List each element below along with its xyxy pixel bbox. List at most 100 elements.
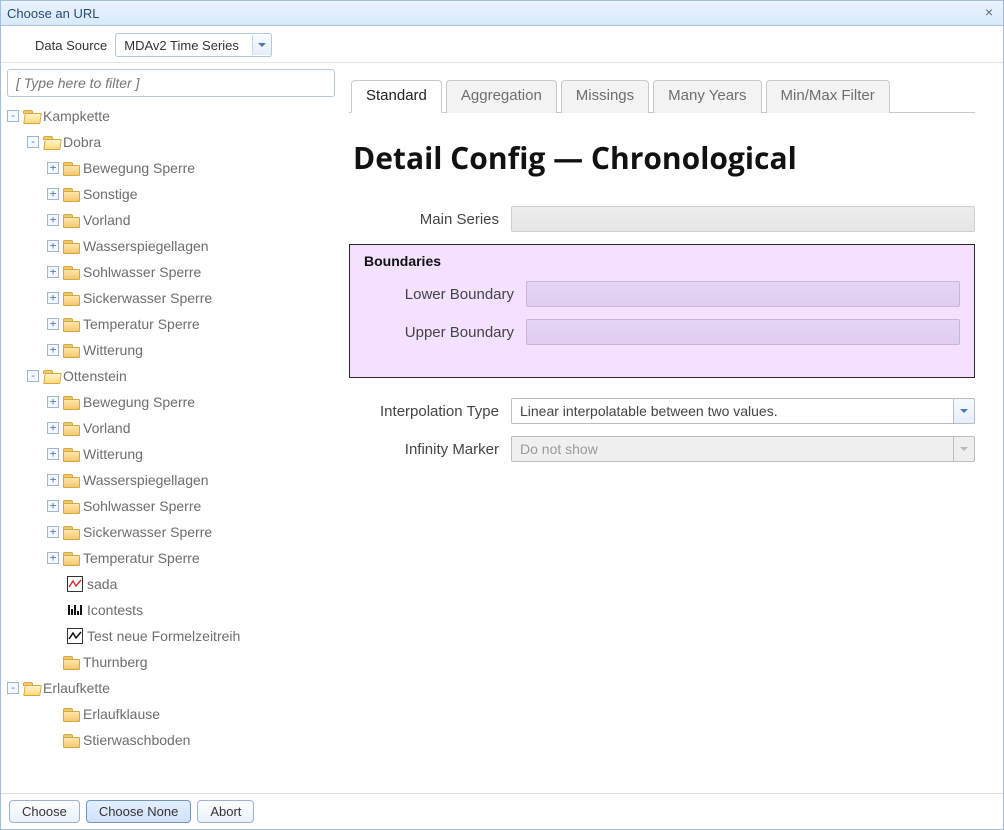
tree-node[interactable]: sada: [7, 571, 335, 597]
upper-boundary-label: Upper Boundary: [364, 324, 514, 341]
detail-config-title: Detail Config — Chronological: [353, 137, 975, 178]
infinity-label: Infinity Marker: [349, 441, 499, 458]
tree-node-label: Vorland: [83, 415, 130, 441]
collapse-icon[interactable]: -: [7, 682, 19, 694]
folder-icon: [43, 136, 59, 149]
footer: Choose Choose None Abort: [1, 793, 1003, 829]
tree-node[interactable]: Thurnberg: [7, 649, 335, 675]
choose-none-button[interactable]: Choose None: [86, 800, 192, 823]
chevron-down-icon[interactable]: [953, 398, 975, 424]
tree-node[interactable]: Stierwaschboden: [7, 727, 335, 753]
tree-node[interactable]: +Bewegung Sperre: [7, 389, 335, 415]
expand-icon[interactable]: +: [47, 292, 59, 304]
tree[interactable]: -Kampkette-Dobra+Bewegung Sperre+Sonstig…: [7, 103, 335, 793]
tree-node[interactable]: Test neue Formelzeitreih: [7, 623, 335, 649]
expand-icon[interactable]: +: [47, 448, 59, 460]
tree-node-label: Witterung: [83, 441, 143, 467]
tree-node-label: Sohlwasser Sperre: [83, 493, 201, 519]
tree-node-label: Erlaufklause: [83, 701, 160, 727]
tree-node[interactable]: - Dobra: [7, 129, 335, 155]
tree-node-label: Icontests: [87, 597, 143, 623]
tab-many-years[interactable]: Many Years: [653, 80, 761, 113]
folder-icon: [63, 734, 79, 747]
tree-node[interactable]: + Temperatur Sperre: [7, 545, 335, 571]
tree-node-label: Witterung: [83, 337, 143, 363]
filter-input[interactable]: [7, 69, 335, 97]
tree-node[interactable]: +Sohlwasser Sperre: [7, 259, 335, 285]
tree-node[interactable]: + Witterung: [7, 337, 335, 363]
tab-min-max-filter[interactable]: Min/Max Filter: [766, 80, 890, 113]
tree-node[interactable]: + Sohlwasser Sperre: [7, 493, 335, 519]
expand-icon[interactable]: +: [47, 266, 59, 278]
tree-node[interactable]: + Vorland: [7, 415, 335, 441]
folder-icon: [63, 422, 79, 435]
tree-node[interactable]: + Sonstige: [7, 181, 335, 207]
expand-icon[interactable]: +: [47, 552, 59, 564]
tree-node-label: Kampkette: [43, 103, 110, 129]
expand-icon[interactable]: +: [47, 318, 59, 330]
tree-node[interactable]: - Kampkette: [7, 103, 335, 129]
folder-icon: [63, 396, 79, 409]
datasource-row: Data Source MDAv2 Time Series: [1, 26, 1003, 63]
folder-icon: [63, 474, 79, 487]
tree-node[interactable]: - Erlaufkette: [7, 675, 335, 701]
expand-icon[interactable]: +: [47, 344, 59, 356]
tree-node-label: Sickerwasser Sperre: [83, 519, 212, 545]
collapse-icon[interactable]: -: [7, 110, 19, 122]
tree-node[interactable]: + Sickerwasser Sperre: [7, 285, 335, 311]
tree-node-label: Temperatur Sperre: [83, 545, 200, 571]
lower-boundary-input[interactable]: [526, 281, 960, 307]
folder-icon: [63, 526, 79, 539]
tree-node[interactable]: + Vorland: [7, 207, 335, 233]
tree-node[interactable]: Icontests: [7, 597, 335, 623]
upper-boundary-input[interactable]: [526, 319, 960, 345]
expand-icon[interactable]: +: [47, 214, 59, 226]
close-icon[interactable]: ×: [981, 5, 997, 21]
datasource-combo[interactable]: MDAv2 Time Series: [115, 33, 272, 57]
tree-node-label: Sickerwasser Sperre: [83, 285, 212, 311]
tree-node-label: Vorland: [83, 207, 130, 233]
expand-icon[interactable]: +: [47, 526, 59, 538]
tree-node-label: Erlaufkette: [43, 675, 110, 701]
interpolation-label: Interpolation Type: [349, 403, 499, 420]
tree-node-label: Temperatur Sperre: [83, 311, 200, 337]
folder-icon: [63, 266, 79, 279]
choose-button[interactable]: Choose: [9, 800, 80, 823]
tree-node-label: Sonstige: [83, 181, 137, 207]
tab-missings[interactable]: Missings: [561, 80, 649, 113]
folder-icon: [43, 370, 59, 383]
tree-node-label: Thurnberg: [83, 649, 148, 675]
tab-standard[interactable]: Standard: [351, 80, 442, 113]
expand-icon[interactable]: +: [47, 162, 59, 174]
folder-icon: [63, 318, 79, 331]
tree-node-label: Test neue Formelzeitreih: [87, 623, 240, 649]
expand-icon[interactable]: +: [47, 188, 59, 200]
expand-icon[interactable]: +: [47, 500, 59, 512]
interpolation-select[interactable]: Linear interpolatable between two values…: [511, 398, 975, 424]
expand-icon[interactable]: +: [47, 474, 59, 486]
collapse-icon[interactable]: -: [27, 136, 39, 148]
tree-node[interactable]: Erlaufklause: [7, 701, 335, 727]
tree-node[interactable]: + Sickerwasser Sperre: [7, 519, 335, 545]
folder-icon: [63, 500, 79, 513]
expand-icon[interactable]: +: [47, 396, 59, 408]
tree-node[interactable]: + Temperatur Sperre: [7, 311, 335, 337]
tree-node-label: Dobra: [63, 129, 101, 155]
tree-node[interactable]: + Witterung: [7, 441, 335, 467]
collapse-icon[interactable]: -: [27, 370, 39, 382]
tree-node[interactable]: +Bewegung Sperre: [7, 155, 335, 181]
abort-button[interactable]: Abort: [197, 800, 254, 823]
folder-icon: [63, 214, 79, 227]
tree-node[interactable]: -Ottenstein: [7, 363, 335, 389]
expand-icon[interactable]: +: [47, 240, 59, 252]
chevron-down-icon[interactable]: [252, 35, 271, 55]
tree-node[interactable]: +Wasserspiegellagen: [7, 467, 335, 493]
folder-icon: [63, 552, 79, 565]
tab-aggregation[interactable]: Aggregation: [446, 80, 557, 113]
expand-icon[interactable]: +: [47, 422, 59, 434]
datasource-value: MDAv2 Time Series: [116, 38, 252, 53]
main-series-input[interactable]: [511, 206, 975, 232]
folder-icon: [63, 188, 79, 201]
tree-node[interactable]: +Wasserspiegellagen: [7, 233, 335, 259]
folder-icon: [23, 682, 39, 695]
